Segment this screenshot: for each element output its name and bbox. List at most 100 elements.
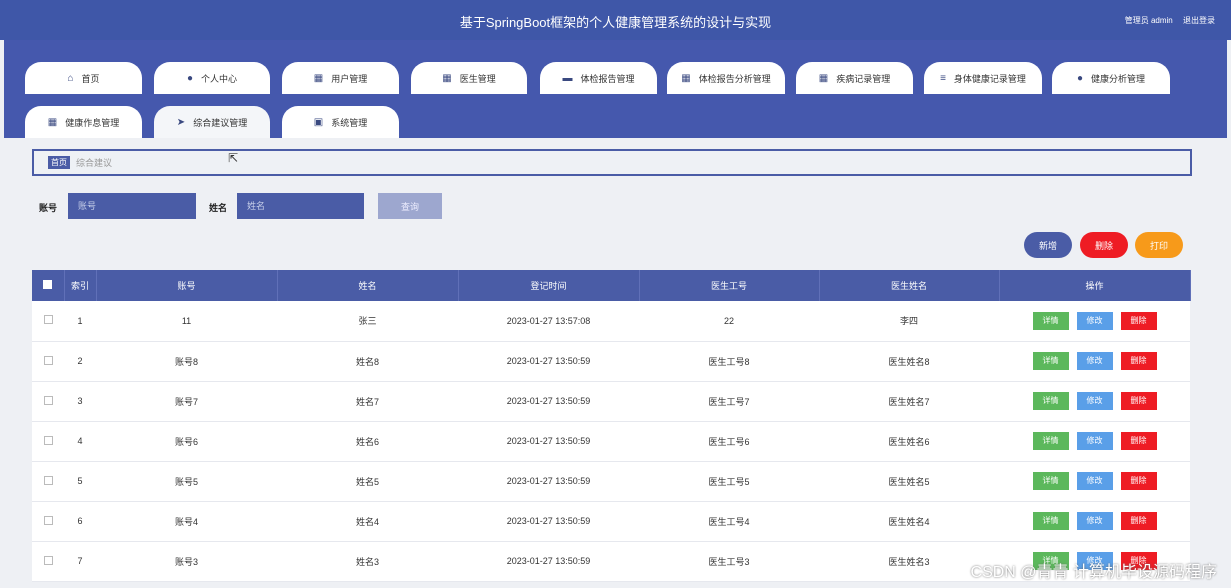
user-icon: ● [1076, 72, 1084, 84]
edit-button[interactable]: 修改 [1076, 512, 1113, 530]
row-checkbox[interactable] [43, 395, 53, 405]
delete-button[interactable]: 删除 [1120, 392, 1157, 410]
detail-button[interactable]: 详情 [1032, 392, 1069, 410]
column-header: 医生姓名 [819, 270, 1000, 301]
table-cell: 2023-01-27 13:50:59 [458, 461, 639, 502]
logout-link[interactable]: 退出登录 [1183, 16, 1215, 25]
table-cell: 22 [639, 301, 819, 342]
detail-button[interactable]: 详情 [1032, 432, 1069, 450]
nav-tab-label: 疾病记录管理 [836, 73, 891, 84]
delete-button[interactable]: 删除 [1120, 311, 1157, 330]
table-cell: 5 [64, 461, 96, 502]
nav-tab[interactable]: ● 健康分析管理 [1052, 62, 1170, 94]
table-cell: 医生姓名6 [819, 421, 999, 462]
row-actions-cell: 详情 修改 删除 [999, 301, 1190, 342]
nav-tab[interactable]: ● 个人中心 [154, 62, 270, 94]
table-row: 5 账号5 姓名5 2023-01-27 13:50:59 医生工号5 医生姓名5 详情 修改… [32, 461, 1190, 502]
detail-button[interactable]: 详情 [1032, 311, 1069, 330]
nav-tab[interactable]: ▬ 体检报告管理 [540, 62, 657, 94]
table-cell: 账号8 [96, 341, 277, 382]
column-header: 索引 [64, 270, 97, 301]
table-cell: 姓名3 [277, 541, 458, 582]
nav-tab[interactable]: ▣ 系统管理 [282, 106, 399, 138]
table-cell: 6 [64, 501, 96, 542]
table-cell: 姓名6 [277, 421, 458, 462]
delete-button[interactable]: 删除 [1120, 352, 1157, 370]
column-header: 姓名 [277, 270, 459, 301]
table-cell: 2023-01-27 13:50:59 [458, 381, 639, 422]
nav-tab[interactable]: ⌂ 首页 [25, 62, 142, 94]
name-label: 姓名 [209, 203, 228, 213]
table-cell: 2023-01-27 13:50:59 [458, 341, 639, 382]
account-label: 账号 [39, 203, 58, 213]
nav-tab-label: 体检报告分析管理 [698, 73, 771, 84]
nav-tab[interactable]: ≡ 身体健康记录管理 [924, 62, 1042, 94]
name-input[interactable] [237, 193, 364, 219]
nav-tab[interactable]: ▦ 体检报告分析管理 [667, 62, 785, 94]
row-checkbox[interactable] [43, 515, 53, 525]
delete-button[interactable]: 删除 [1120, 512, 1157, 530]
delete-button[interactable]: 删除 [1120, 472, 1157, 490]
nav-tab-label: 健康作息管理 [65, 117, 120, 128]
table-cell: 2023-01-27 13:50:59 [458, 541, 639, 582]
nav-tab[interactable]: ➤ 综合建议管理 [154, 106, 270, 138]
grid-icon: ▦ [442, 72, 452, 84]
table-row: 1 11 张三 2023-01-27 13:57:08 22 李四 详情 修改 删除 [32, 301, 1190, 342]
list-icon: ≡ [940, 72, 946, 84]
table-row: 3 账号7 姓名7 2023-01-27 13:50:59 医生工号7 医生姓名7 详情 修改… [32, 381, 1190, 422]
row-checkbox[interactable] [43, 435, 53, 445]
table-cell: 医生工号5 [639, 461, 819, 502]
table-cell: 医生姓名4 [819, 501, 999, 542]
data-table-container: 索引 账号 姓名 登记时间 医生工号 医生姓名 操作 1 11 张三 2023-01-… [32, 270, 1191, 582]
batch-delete-button[interactable]: 删除 [1080, 232, 1128, 258]
delete-button[interactable]: 删除 [1120, 432, 1157, 450]
table-cell: 医生工号4 [639, 501, 819, 542]
query-button[interactable]: 查询 [378, 193, 442, 219]
column-header: 账号 [96, 270, 278, 301]
table-row: 6 账号4 姓名4 2023-01-27 13:50:59 医生工号4 医生姓名4 详情 修改… [32, 501, 1190, 542]
table-cell: 医生工号8 [639, 341, 819, 382]
row-actions-cell: 详情 修改 删除 [999, 501, 1190, 542]
top-bar: 基于SpringBoot框架的个人健康管理系统的设计与实现 管理员 admin … [0, 0, 1231, 40]
table-cell: 医生工号3 [639, 541, 819, 582]
breadcrumb-home[interactable]: 首页 [48, 156, 70, 169]
edit-button[interactable]: 修改 [1076, 352, 1113, 370]
edit-button[interactable]: 修改 [1076, 392, 1113, 410]
nav-tab-label: 身体健康记录管理 [953, 73, 1026, 84]
add-button[interactable]: 新增 [1024, 232, 1072, 258]
detail-button[interactable]: 详情 [1032, 352, 1069, 370]
nav-tab[interactable]: ▦ 用户管理 [282, 62, 399, 94]
edit-button[interactable]: 修改 [1076, 432, 1113, 450]
account-input[interactable] [68, 193, 196, 219]
nav-tab[interactable]: ▦ 疾病记录管理 [796, 62, 913, 94]
row-checkbox[interactable] [43, 555, 53, 565]
edit-button[interactable]: 修改 [1076, 472, 1113, 490]
row-checkbox[interactable] [43, 315, 53, 325]
nav-tab-label: 体检报告管理 [580, 73, 635, 84]
table-cell: 账号5 [96, 461, 277, 502]
app-title: 基于SpringBoot框架的个人健康管理系统的设计与实现 [459, 15, 772, 30]
detail-button[interactable]: 详情 [1032, 472, 1069, 490]
breadcrumb: 首页 综合建议 [32, 149, 1192, 176]
edit-button[interactable]: 修改 [1076, 311, 1113, 330]
column-header: 操作 [999, 270, 1191, 301]
detail-button[interactable]: 详情 [1032, 512, 1069, 530]
nav-tab-label: 用户管理 [331, 73, 368, 84]
table-cell: 医生姓名5 [819, 461, 999, 502]
nav-tab[interactable]: ▦ 健康作息管理 [25, 106, 142, 138]
row-actions-cell: 详情 修改 删除 [999, 461, 1190, 502]
select-all-checkbox[interactable] [43, 280, 53, 289]
table-cell: 医生工号7 [639, 381, 819, 422]
row-checkbox[interactable] [43, 475, 53, 485]
table-cell: 医生工号6 [639, 421, 819, 462]
nav-tab[interactable]: ▦ 医生管理 [411, 62, 527, 94]
print-button[interactable]: 打印 [1135, 232, 1183, 258]
nav-tab-label: 首页 [81, 73, 100, 84]
row-actions-cell: 详情 修改 删除 [999, 341, 1190, 382]
grid-icon: ▦ [818, 72, 829, 84]
user-icon: ● [186, 72, 194, 84]
watermark: CSDN @青青 计算机毕设源码程序 [970, 564, 1217, 581]
row-select-cell [32, 461, 64, 502]
row-select-cell [32, 501, 64, 542]
row-checkbox[interactable] [43, 355, 53, 365]
